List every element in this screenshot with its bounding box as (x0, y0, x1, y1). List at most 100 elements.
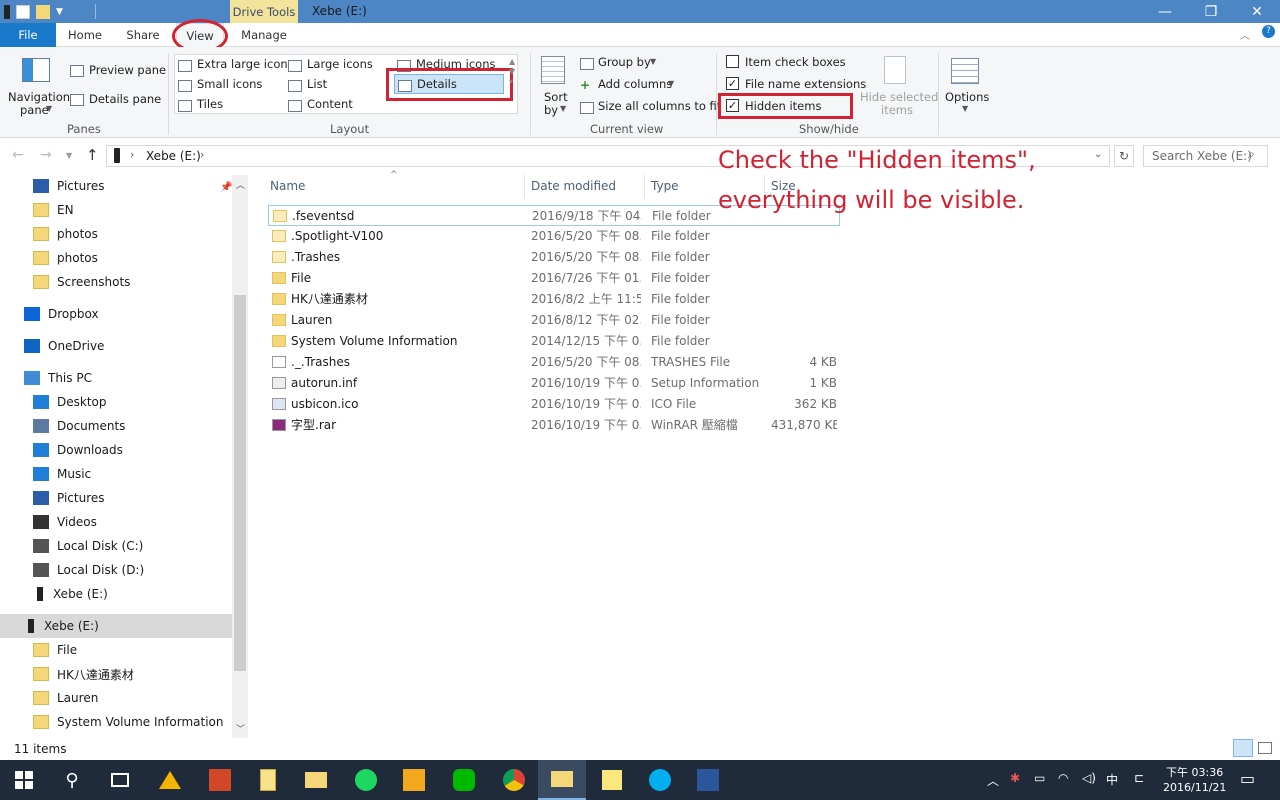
usb-drive-icon[interactable] (4, 4, 10, 19)
file-row[interactable]: System Volume Information 2014/12/15 下午 0… (268, 331, 840, 352)
clock-time[interactable]: 下午 03:36 (1166, 764, 1223, 780)
chrome-icon[interactable] (490, 760, 538, 800)
help-icon[interactable]: ? (1262, 25, 1275, 38)
recent-locations-icon[interactable]: ▼ (66, 151, 72, 160)
file-explorer-taskbar-icon[interactable] (538, 760, 586, 800)
extra-large-icons-option[interactable]: Extra large icons (197, 57, 294, 71)
file-row[interactable]: HK八達通素材 2016/8/2 上午 11:53 File folder (268, 289, 840, 310)
nav-item[interactable]: Local Disk (C:) (0, 534, 232, 558)
wifi-icon[interactable]: ◠ (1058, 771, 1068, 785)
ime-mode-icon[interactable]: ⊏ (1134, 771, 1144, 785)
nav-item[interactable]: photos (0, 222, 232, 246)
back-arrow-icon[interactable]: ← (12, 147, 24, 163)
nav-item[interactable]: Screenshots (0, 270, 232, 294)
file-row[interactable]: 字型.rar 2016/10/19 下午 0... WinRAR 壓縮檔 431,87… (268, 415, 840, 436)
column-divider[interactable] (644, 175, 645, 198)
details-view-toggle-icon[interactable] (1233, 739, 1253, 757)
folder-app-icon[interactable] (292, 760, 340, 800)
battery-icon[interactable]: ▭ (1034, 771, 1045, 785)
collapse-ribbon-icon[interactable]: ︿ (1240, 27, 1250, 42)
preview-pane-button[interactable]: Preview pane (89, 63, 166, 77)
word-icon[interactable] (684, 760, 732, 800)
nav-item[interactable]: Documents (0, 414, 232, 438)
nav-item[interactable]: This PC (0, 366, 232, 390)
search-icon[interactable]: ⚲ (48, 760, 96, 800)
file-row[interactable]: Lauren 2016/8/12 下午 02... File folder (268, 310, 840, 331)
nav-item[interactable]: Local Disk (D:) (0, 558, 232, 582)
customize-qat-icon[interactable]: ▼ (56, 7, 63, 17)
add-columns-dropdown-icon[interactable]: ▼ (668, 79, 674, 88)
clock-date[interactable]: 2016/11/21 (1163, 781, 1226, 794)
sort-by-button[interactable]: Sort (544, 90, 568, 104)
item-check-boxes-checkbox[interactable] (726, 55, 739, 68)
input-method-indicator[interactable]: 中 (1106, 771, 1118, 788)
large-icons-option[interactable]: Large icons (307, 57, 373, 71)
volume-icon[interactable]: ◁) (1082, 771, 1096, 785)
action-center-icon[interactable]: ▭ (1240, 769, 1255, 788)
pin-icon[interactable]: 📌 (220, 182, 232, 193)
spotify-icon[interactable] (342, 760, 390, 800)
notepad-app-icon[interactable] (244, 760, 292, 800)
file-row[interactable]: usbicon.ico 2016/10/19 下午 0... ICO File 362… (268, 394, 840, 415)
file-row[interactable]: File 2016/7/26 下午 01... File folder (268, 268, 840, 289)
file-row[interactable]: ._.Trashes 2016/5/20 下午 08... TRASHES File… (268, 352, 840, 373)
nav-item[interactable]: Desktop (0, 390, 232, 414)
nav-item[interactable]: Pictures (0, 486, 232, 510)
nav-item[interactable]: Xebe (E:) (0, 582, 232, 606)
breadcrumb-current[interactable]: Xebe (E:) (146, 149, 201, 163)
hide-selected-items-button[interactable]: Hide selected (860, 90, 938, 104)
file-row[interactable]: autorun.inf 2016/10/19 下午 0... Setup Infor… (268, 373, 840, 394)
nav-item[interactable]: System Volume Information (0, 710, 232, 734)
options-button[interactable]: Options (945, 90, 989, 104)
nav-item[interactable]: File (0, 638, 232, 662)
skype-icon[interactable] (636, 760, 684, 800)
tiles-option[interactable]: Tiles (197, 97, 223, 111)
file-row[interactable]: .Trashes 2016/5/20 下午 08... File folder (268, 247, 840, 268)
outlook-icon[interactable] (390, 760, 438, 800)
navigation-pane-dropdown-icon[interactable]: ▼ (46, 104, 52, 113)
content-option[interactable]: Content (307, 97, 353, 111)
layout-scroll-icon[interactable]: ▲ ▼ ▾ (509, 57, 515, 87)
scroll-down-icon[interactable]: ﹀ (236, 722, 245, 735)
options-dropdown-icon[interactable]: ▼ (962, 104, 968, 113)
column-header-date[interactable]: Date modified (531, 175, 641, 198)
breadcrumb-chevron-icon[interactable]: › (200, 148, 204, 161)
new-folder-icon[interactable] (36, 4, 50, 19)
address-dropdown-icon[interactable]: ⌄ (1094, 149, 1102, 160)
nav-item[interactable]: OneDrive (0, 334, 232, 358)
nav-item[interactable]: Dropbox (0, 302, 232, 326)
properties-icon[interactable] (16, 4, 30, 19)
show-hidden-icons-icon[interactable]: ︿ (987, 772, 999, 789)
add-columns-button[interactable]: Add columns (598, 77, 672, 91)
restore-button[interactable]: ❐ (1188, 0, 1234, 23)
file-name-extensions-checkbox[interactable]: ✓ (726, 77, 739, 90)
nav-item[interactable]: HK八達通素材 (0, 662, 232, 686)
tab-home[interactable]: Home (60, 23, 110, 47)
minimize-button[interactable]: — (1142, 0, 1188, 23)
nav-item[interactable]: Xebe (E:) (0, 614, 232, 638)
tab-manage[interactable]: Manage (236, 23, 292, 47)
details-pane-button[interactable]: Details pane (89, 92, 161, 106)
security-tray-icon[interactable]: ✱ (1010, 771, 1020, 785)
large-icons-toggle-icon[interactable] (1258, 742, 1272, 754)
nav-item[interactable]: Lauren (0, 686, 232, 710)
sort-by-dropdown-icon[interactable]: ▼ (560, 104, 566, 113)
scroll-up-icon[interactable]: ︿ (236, 178, 245, 191)
task-view-icon[interactable] (96, 760, 144, 800)
nav-scrollbar-thumb[interactable] (234, 295, 246, 671)
file-row[interactable]: .Spotlight-V100 2016/5/20 下午 08... File fo… (268, 226, 840, 247)
group-by-dropdown-icon[interactable]: ▼ (650, 57, 656, 66)
start-button[interactable] (0, 760, 48, 800)
search-icon[interactable]: ⌕ (1248, 147, 1255, 162)
tab-file[interactable]: File (0, 23, 56, 47)
sticky-notes-icon[interactable] (588, 760, 636, 800)
line-app-icon[interactable] (440, 760, 488, 800)
list-option[interactable]: List (307, 77, 327, 91)
group-by-button[interactable]: Group by (598, 55, 651, 69)
nav-item[interactable]: photos (0, 246, 232, 270)
nav-item[interactable]: Downloads (0, 438, 232, 462)
tab-share[interactable]: Share (118, 23, 168, 47)
nav-item[interactable]: EN (0, 198, 232, 222)
breadcrumb-chevron-icon[interactable]: › (130, 148, 134, 161)
small-icons-option[interactable]: Small icons (197, 77, 262, 91)
